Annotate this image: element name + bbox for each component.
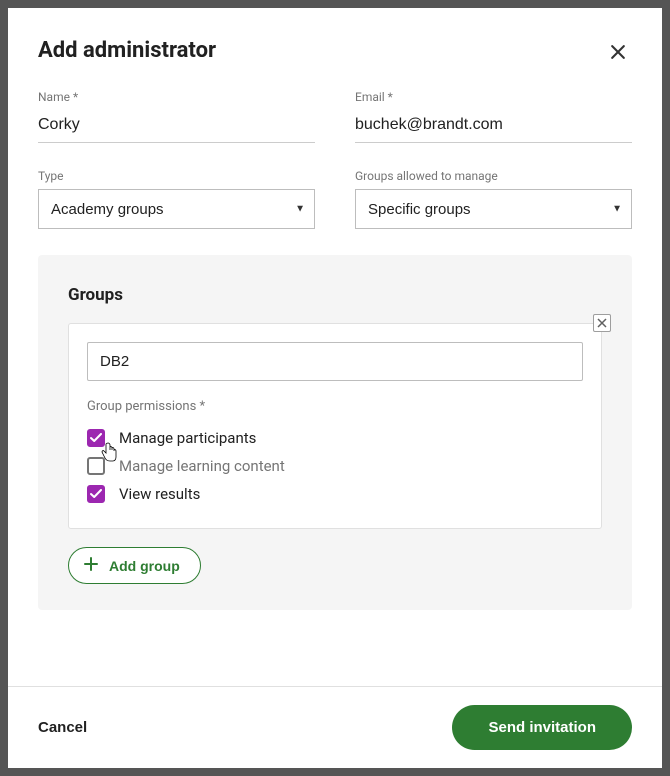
close-icon (597, 318, 607, 328)
checkbox-view-results[interactable] (87, 485, 105, 503)
group-name-input[interactable] (87, 342, 583, 381)
add-group-label: Add group (109, 558, 180, 574)
modal-footer: Cancel Send invitation (8, 686, 662, 768)
permission-label: View results (119, 485, 200, 503)
close-button[interactable] (604, 38, 632, 66)
groups-allowed-label: Groups allowed to manage (355, 169, 632, 183)
groups-allowed-select[interactable]: Specific groups (355, 189, 632, 229)
modal-body: Add administrator Name * Email * Type (8, 8, 662, 686)
type-select[interactable]: Academy groups (38, 189, 315, 229)
permission-row-view-results: View results (87, 480, 583, 508)
modal-header: Add administrator (38, 38, 632, 66)
type-select-wrap: Academy groups ▼ (38, 189, 315, 229)
send-invitation-button[interactable]: Send invitation (452, 705, 632, 750)
checkbox-manage-participants[interactable] (87, 429, 105, 447)
name-label: Name * (38, 90, 315, 104)
permission-row-manage-participants: Manage participants (87, 424, 583, 452)
add-administrator-modal: Add administrator Name * Email * Type (8, 8, 662, 768)
permission-label: Manage learning content (119, 457, 285, 475)
permission-label: Manage participants (119, 429, 256, 447)
name-field-wrap: Name * (38, 90, 315, 143)
group-card: Group permissions * Manage participants … (68, 323, 602, 529)
email-label: Email * (355, 90, 632, 104)
remove-group-button[interactable] (593, 314, 611, 332)
checkbox-manage-learning-content[interactable] (87, 457, 105, 475)
row-type-groups: Type Academy groups ▼ Groups allowed to … (38, 169, 632, 229)
close-icon (608, 42, 628, 62)
groups-panel: Groups Group permissions * Manage partic… (38, 255, 632, 610)
email-input[interactable] (355, 110, 632, 143)
modal-title: Add administrator (38, 38, 216, 63)
permission-row-manage-learning-content: Manage learning content (87, 452, 583, 480)
name-input[interactable] (38, 110, 315, 143)
groups-allowed-select-wrap: Specific groups ▼ (355, 189, 632, 229)
type-field-wrap: Type Academy groups ▼ (38, 169, 315, 229)
email-field-wrap: Email * (355, 90, 632, 143)
add-group-button[interactable]: Add group (68, 547, 201, 584)
plus-icon (83, 556, 99, 575)
cancel-button[interactable]: Cancel (38, 719, 87, 736)
row-name-email: Name * Email * (38, 90, 632, 143)
group-permissions-label: Group permissions * (87, 399, 583, 414)
type-label: Type (38, 169, 315, 183)
groups-panel-title: Groups (68, 285, 602, 305)
groups-allowed-field-wrap: Groups allowed to manage Specific groups… (355, 169, 632, 229)
